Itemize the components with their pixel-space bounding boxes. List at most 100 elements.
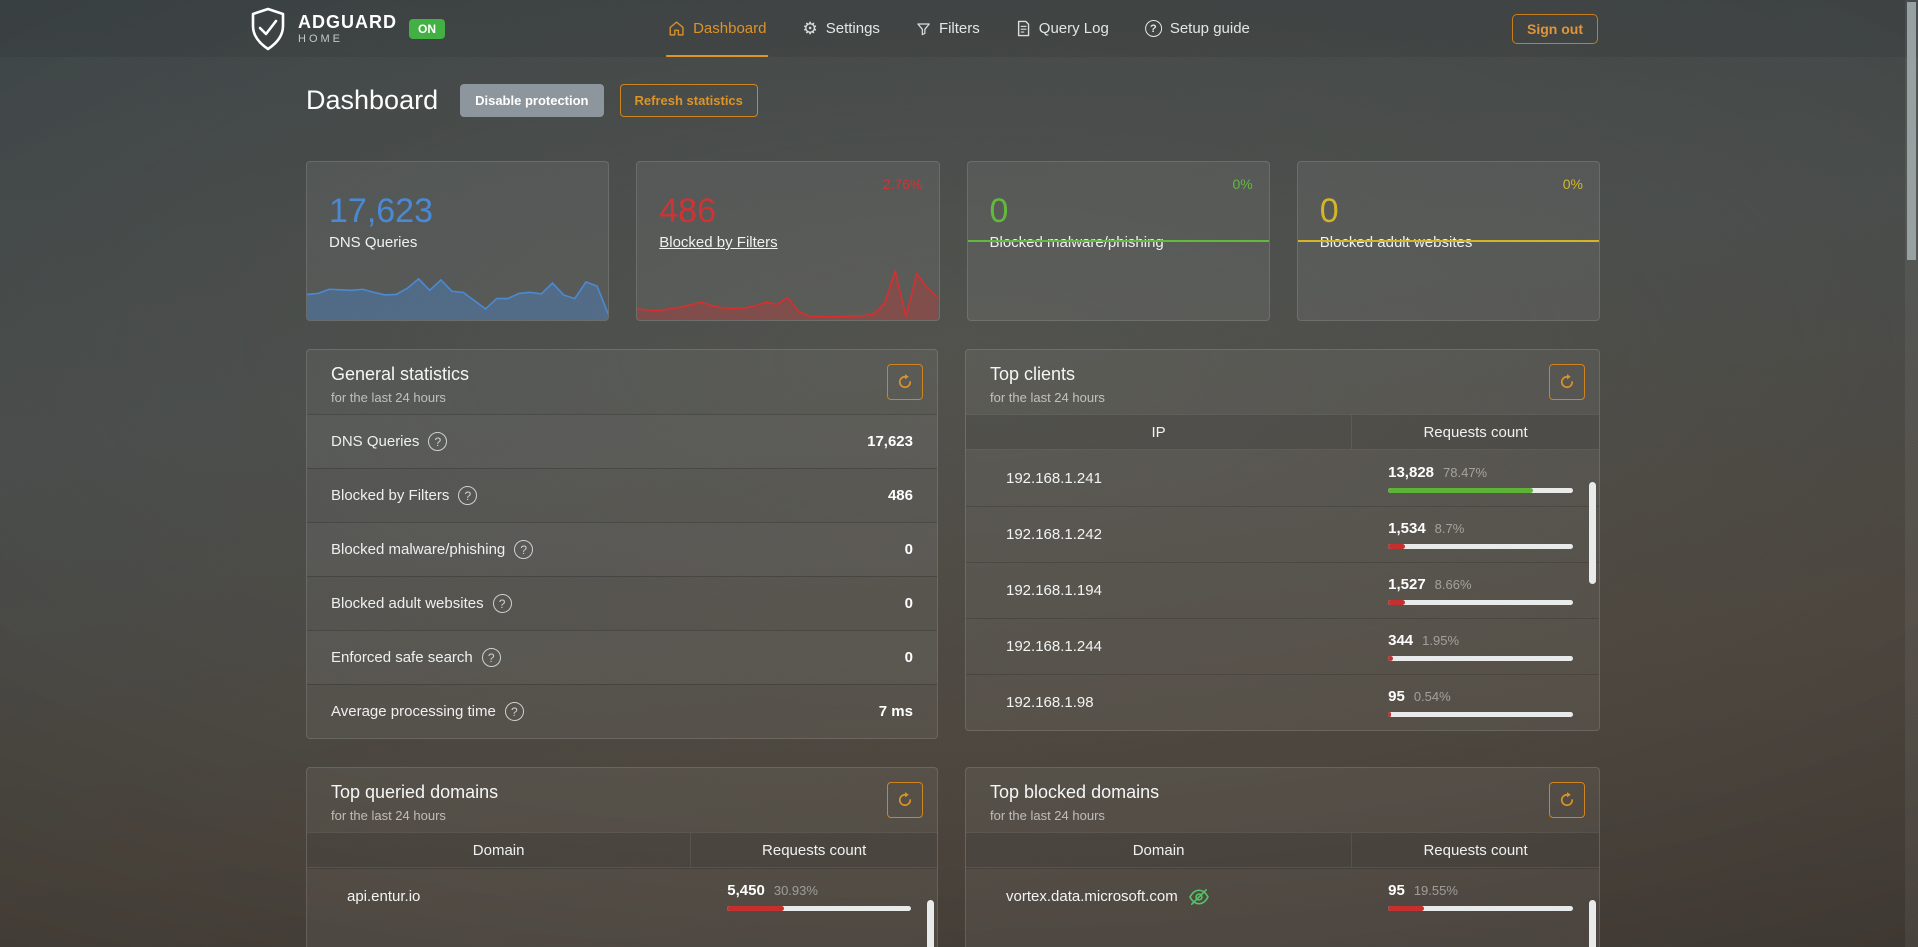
panel-title: Top clients [990,364,1579,385]
request-count: 95 [1388,688,1405,705]
card-blocked-malware: 0 Blocked malware/phishing 0% [967,161,1270,321]
stat-label: Average processing time [331,703,496,720]
client-ip[interactable]: 192.168.1.241 [966,470,1352,487]
refresh-button[interactable] [1549,364,1585,400]
nav-label: Query Log [1039,20,1109,37]
request-percent: 30.93% [774,883,818,898]
progress-fill [1388,712,1391,717]
request-count: 1,534 [1388,520,1426,537]
column-header-ip[interactable]: IP [966,415,1352,449]
refresh-button[interactable] [887,364,923,400]
help-icon[interactable]: ? [505,702,524,721]
panel-subtitle: for the last 24 hours [331,808,917,823]
stats-rows: DNS Queries? 17,623 Blocked by Filters? … [307,414,937,738]
request-count: 5,450 [727,882,765,899]
help-icon[interactable]: ? [493,594,512,613]
stat-value: 486 [888,487,913,504]
help-icon[interactable]: ? [458,486,477,505]
column-header-domain[interactable]: Domain [307,833,691,867]
nav-item-dashboard[interactable]: Dashboard [666,0,768,57]
panel-title: Top blocked domains [990,782,1579,803]
help-icon[interactable]: ? [514,540,533,559]
progress-fill [727,906,784,911]
domain-name[interactable]: api.entur.io [307,888,691,905]
panel-scrollbar-thumb[interactable] [1589,482,1596,584]
sign-out-button[interactable]: Sign out [1512,14,1598,44]
panels-row-1: General statistics for the last 24 hours… [306,349,1600,739]
document-icon [1016,20,1031,37]
help-icon[interactable]: ? [428,432,447,451]
column-header-requests[interactable]: Requests count [1352,415,1599,449]
panel-subtitle: for the last 24 hours [331,390,917,405]
column-header-requests[interactable]: Requests count [691,833,937,867]
flat-zero-line [968,240,1269,242]
stat-row: Blocked by Filters? 486 [307,468,937,522]
refresh-button[interactable] [887,782,923,818]
table-row: 192.168.1.244 3441.95% [966,618,1599,674]
card-label-link[interactable]: Blocked by Filters [659,234,777,251]
request-percent: 8.66% [1435,577,1472,592]
table-row: vortex.data.microsoft.com 9519.55% [966,868,1599,924]
page-title: Dashboard [306,85,438,116]
panel-header: Top clients for the last 24 hours [966,350,1599,414]
request-count: 13,828 [1388,464,1434,481]
funnel-icon [916,21,931,37]
card-percent: 0% [1233,176,1253,192]
domain-name[interactable]: vortex.data.microsoft.com [1006,888,1178,905]
progress-track [1388,488,1573,493]
refresh-statistics-button[interactable]: Refresh statistics [620,84,758,117]
panel-scrollbar-thumb[interactable] [927,900,934,947]
nav-item-filters[interactable]: Filters [914,0,982,57]
panel-title: General statistics [331,364,917,385]
stat-label: Blocked by Filters [331,487,449,504]
client-ip[interactable]: 192.168.1.194 [966,582,1352,599]
progress-track [1388,600,1573,605]
stat-row: Blocked adult websites? 0 [307,576,937,630]
nav-label: Filters [939,20,980,37]
refresh-icon [1558,791,1576,809]
refresh-icon [896,373,914,391]
nav-item-query-log[interactable]: Query Log [1014,0,1111,57]
table-row: 192.168.1.241 13,82878.47% [966,450,1599,506]
table-row: 192.168.1.242 1,5348.7% [966,506,1599,562]
nav-item-settings[interactable]: ⚙ Settings [800,0,881,57]
disable-protection-button[interactable]: Disable protection [460,84,603,117]
panels-row-2: Top queried domains for the last 24 hour… [306,767,1600,947]
progress-fill [1388,488,1533,493]
page-scrollbar-thumb[interactable] [1907,2,1916,260]
client-ip[interactable]: 192.168.1.244 [966,638,1352,655]
general-statistics-panel: General statistics for the last 24 hours… [306,349,938,739]
panel-subtitle: for the last 24 hours [990,808,1579,823]
request-percent: 0.54% [1414,689,1451,704]
table-row: api.entur.io 5,450 30.93% [307,868,937,924]
progress-fill [1388,656,1393,661]
progress-track [1388,544,1573,549]
table-row: 192.168.1.98 95 0.54% [966,674,1599,730]
card-label: Blocked malware/phishing [990,234,1164,251]
brand-subtitle: HOME [298,34,397,45]
panel-scrollbar-thumb[interactable] [1589,900,1596,947]
page-scrollbar-track[interactable] [1905,0,1918,947]
eye-off-unblock-icon[interactable] [1188,888,1210,906]
gear-icon: ⚙ [802,20,817,37]
refresh-button[interactable] [1549,782,1585,818]
column-header-domain[interactable]: Domain [966,833,1352,867]
main-nav: Dashboard ⚙ Settings Filters Query Log ?… [666,0,1252,57]
column-header-requests[interactable]: Requests count [1352,833,1599,867]
card-percent: 2.76% [883,176,923,192]
panel-header: Top blocked domains for the last 24 hour… [966,768,1599,832]
stat-cards-row: 17,623 DNS Queries 486 Blocked by Filter… [306,161,1600,321]
nav-item-setup-guide[interactable]: ? Setup guide [1143,0,1252,57]
brand: ADGUARD HOME ON [248,0,445,57]
progress-track [727,906,911,911]
client-ip[interactable]: 192.168.1.242 [966,526,1352,543]
client-ip[interactable]: 192.168.1.98 [966,694,1352,711]
top-clients-panel: Top clients for the last 24 hours IP Req… [965,349,1600,731]
progress-fill [1388,906,1424,911]
help-icon[interactable]: ? [482,648,501,667]
nav-label: Settings [826,20,880,37]
stat-row: DNS Queries? 17,623 [307,414,937,468]
status-badge: ON [409,19,445,39]
progress-fill [1388,600,1405,605]
card-percent: 0% [1563,176,1583,192]
